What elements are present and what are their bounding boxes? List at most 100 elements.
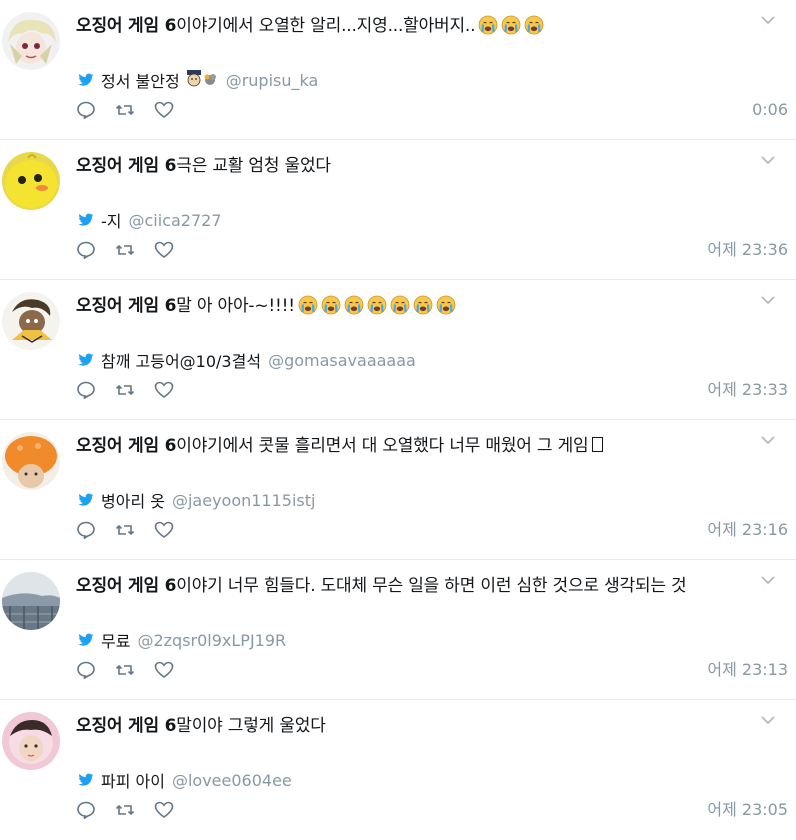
- avatar[interactable]: [2, 432, 60, 490]
- tweet-title: 오징어 게임 6: [76, 436, 177, 456]
- tweet-title: 오징어 게임 6: [76, 716, 177, 736]
- like-icon[interactable]: [154, 240, 174, 260]
- source-name: -지: [101, 212, 122, 231]
- crying-face-emoji: [367, 295, 387, 315]
- retweet-icon[interactable]: [115, 660, 135, 680]
- reply-icon[interactable]: [76, 380, 96, 400]
- tweet-title: 오징어 게임 6: [76, 156, 177, 176]
- retweet-icon[interactable]: [115, 800, 135, 820]
- tweet-text: 오징어 게임 6이야기에서 콧물 흘리면서 대 오열했다 너무 매웠어 그 게임: [76, 432, 736, 460]
- timestamp[interactable]: 0:06: [752, 98, 788, 122]
- avatar[interactable]: [2, 152, 60, 210]
- tweet-title: 오징어 게임 6: [76, 16, 177, 36]
- timestamp[interactable]: 어제 23:05: [707, 798, 788, 822]
- chevron-down-icon[interactable]: [760, 574, 776, 586]
- tweet-actions: [76, 658, 193, 682]
- tweet[interactable]: 오징어 게임 6말이야 그렇게 울었다 파피 아이 @lovee0604ee 어…: [0, 700, 796, 840]
- crying-face-emoji: [344, 295, 364, 315]
- source-name: 무료: [101, 632, 131, 651]
- tweet[interactable]: 오징어 게임 6말 아 아아-~!!!! 참깨 고등어@10/3결석 @goma…: [0, 280, 796, 420]
- source-name: 참깨 고등어@10/3결석: [101, 352, 262, 371]
- user-handle[interactable]: @rupisu_ka: [226, 71, 319, 90]
- avatar[interactable]: [2, 12, 60, 70]
- source-name: 파피 아이: [101, 772, 165, 791]
- tweet-feed: 오징어 게임 6이야기에서 오열한 알리...지영...할아버지.. 정서 불안…: [0, 0, 796, 826]
- retweet-icon[interactable]: [115, 380, 135, 400]
- source-line[interactable]: 파피 아이 @lovee0604ee: [78, 768, 292, 792]
- reply-icon[interactable]: [76, 100, 96, 120]
- like-icon[interactable]: [154, 800, 174, 820]
- timestamp[interactable]: 어제 23:16: [707, 518, 788, 542]
- tweet[interactable]: 오징어 게임 6이야기에서 콧물 흘리면서 대 오열했다 너무 매웠어 그 게임…: [0, 420, 796, 560]
- tweet-text: 오징어 게임 6말 아 아아-~!!!!: [76, 292, 736, 320]
- chevron-down-icon[interactable]: [760, 14, 776, 26]
- chevron-down-icon[interactable]: [760, 434, 776, 446]
- crying-face-emoji: [478, 15, 498, 35]
- missing-glyph-box: [592, 437, 604, 452]
- retweet-icon[interactable]: [115, 100, 135, 120]
- emoji-row: [295, 295, 456, 316]
- reply-icon[interactable]: [76, 240, 96, 260]
- tweet-title: 오징어 게임 6: [76, 296, 177, 316]
- user-handle[interactable]: @lovee0604ee: [172, 771, 292, 790]
- user-handle[interactable]: @2zqsr0l9xLPJ19R: [137, 631, 286, 650]
- like-icon[interactable]: [154, 380, 174, 400]
- timestamp[interactable]: 어제 23:33: [707, 378, 788, 402]
- tweet-body: 이야기 너무 힘들다. 도대체 무슨 일을 하면 이런 심한 것으로 생각되는 …: [176, 576, 687, 596]
- tweet[interactable]: 오징어 게임 6이야기에서 오열한 알리...지영...할아버지.. 정서 불안…: [0, 0, 796, 140]
- retweet-icon[interactable]: [115, 240, 135, 260]
- crying-face-emoji: [524, 15, 544, 35]
- tweet[interactable]: 오징어 게임 6이야기 너무 힘들다. 도대체 무슨 일을 하면 이런 심한 것…: [0, 560, 796, 700]
- avatar[interactable]: [2, 712, 60, 770]
- tweet[interactable]: 오징어 게임 6극은 교활 엄청 울었다 -지 @ciica2727 어제 23…: [0, 140, 796, 280]
- twitter-bird-icon: [78, 353, 94, 366]
- twitter-bird-icon: [78, 633, 94, 646]
- user-handle[interactable]: @ciica2727: [129, 211, 222, 230]
- police-emoji-icon: [185, 68, 219, 92]
- tweet-body: 극은 교활 엄청 울었다: [176, 156, 331, 176]
- tweet-title: 오징어 게임 6: [76, 576, 177, 596]
- crying-face-emoji: [390, 295, 410, 315]
- timestamp[interactable]: 어제 23:36: [707, 238, 788, 262]
- tweet-text: 오징어 게임 6극은 교활 엄청 울었다: [76, 152, 736, 180]
- reply-icon[interactable]: [76, 800, 96, 820]
- crying-face-emoji: [501, 15, 521, 35]
- user-handle[interactable]: @gomasavaaaaaa: [268, 351, 416, 370]
- chevron-down-icon[interactable]: [760, 294, 776, 306]
- twitter-bird-icon: [78, 773, 94, 786]
- twitter-bird-icon: [78, 213, 94, 226]
- source-line[interactable]: -지 @ciica2727: [78, 208, 222, 232]
- twitter-bird-icon: [78, 493, 94, 506]
- tweet-actions: [76, 378, 193, 402]
- tweet-text: 오징어 게임 6말이야 그렇게 울었다: [76, 712, 736, 740]
- tweet-body: 이야기에서 오열한 알리...지영...할아버지..: [176, 16, 476, 36]
- source-line[interactable]: 무료 @2zqsr0l9xLPJ19R: [78, 628, 286, 652]
- like-icon[interactable]: [154, 520, 174, 540]
- like-icon[interactable]: [154, 100, 174, 120]
- twitter-bird-icon: [78, 73, 94, 86]
- source-name: 정서 불안정: [101, 72, 180, 91]
- reply-icon[interactable]: [76, 520, 96, 540]
- tweet-actions: [76, 798, 193, 822]
- avatar[interactable]: [2, 292, 60, 350]
- tweet-body: 이야기에서 콧물 흘리면서 대 오열했다 너무 매웠어 그 게임: [176, 436, 589, 456]
- source-line[interactable]: 병아리 옷 @jaeyoon1115istj: [78, 488, 315, 512]
- source-line[interactable]: 참깨 고등어@10/3결석 @gomasavaaaaaa: [78, 348, 416, 372]
- reply-icon[interactable]: [76, 660, 96, 680]
- emoji-row: [475, 15, 544, 36]
- avatar[interactable]: [2, 572, 60, 630]
- user-handle[interactable]: @jaeyoon1115istj: [172, 491, 316, 510]
- crying-face-emoji: [298, 295, 318, 315]
- tweet-body: 말이야 그렇게 울었다: [176, 716, 326, 736]
- crying-face-emoji: [413, 295, 433, 315]
- chevron-down-icon[interactable]: [760, 714, 776, 726]
- tweet-actions: [76, 238, 193, 262]
- tweet-actions: [76, 518, 193, 542]
- crying-face-emoji: [436, 295, 456, 315]
- timestamp[interactable]: 어제 23:13: [707, 658, 788, 682]
- like-icon[interactable]: [154, 660, 174, 680]
- tweet-text: 오징어 게임 6이야기에서 오열한 알리...지영...할아버지..: [76, 12, 736, 40]
- source-line[interactable]: 정서 불안정 @rupisu_ka: [78, 68, 318, 92]
- chevron-down-icon[interactable]: [760, 154, 776, 166]
- retweet-icon[interactable]: [115, 520, 135, 540]
